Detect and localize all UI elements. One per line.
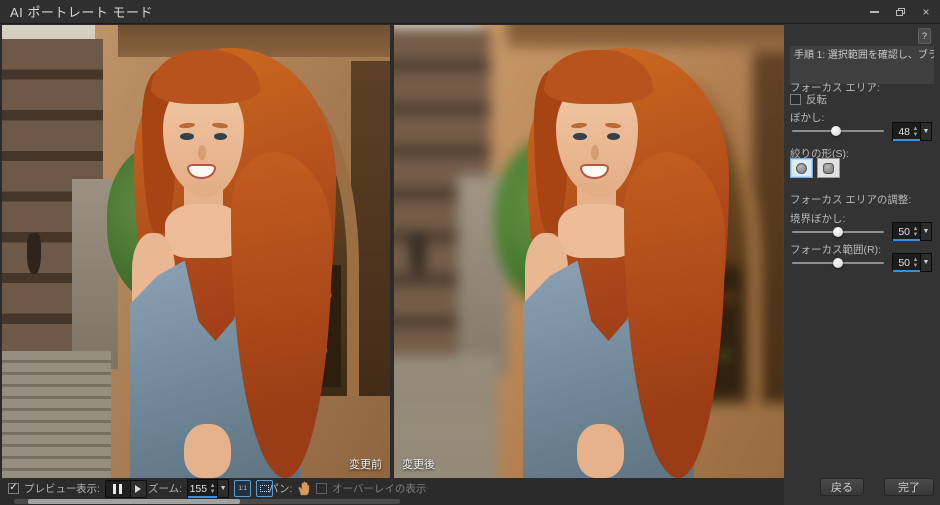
display-group: 表示:	[76, 478, 147, 499]
display-label: 表示:	[76, 481, 100, 496]
edge-blur-label: 境界ぼかし:	[790, 211, 845, 226]
subject-hand	[577, 424, 624, 478]
edge-blur-accent-bar	[893, 239, 920, 241]
invert-checkbox[interactable]	[790, 94, 801, 105]
single-view-icon	[135, 485, 141, 493]
zoom-accent-bar	[188, 496, 217, 498]
after-image-panel[interactable]: 変更後	[394, 25, 784, 478]
zoom-value[interactable]: 155	[188, 480, 208, 497]
focus-range-spinner[interactable]: 50 ▲▼ ▼	[892, 253, 932, 272]
blur-value[interactable]: 48	[893, 123, 911, 140]
window-controls: ×	[866, 0, 934, 24]
pan-hand-icon	[297, 481, 311, 496]
pan-label: パン:	[268, 481, 292, 496]
subject-eye-left	[180, 133, 193, 140]
single-view-button[interactable]	[131, 480, 147, 498]
done-button[interactable]: 完了	[884, 478, 934, 496]
blur-dropdown[interactable]: ▼	[920, 123, 931, 140]
edge-blur-value[interactable]: 50	[893, 223, 911, 240]
blur-spinner[interactable]: 48 ▲▼ ▼	[892, 122, 932, 141]
focus-range-value[interactable]: 50	[893, 254, 911, 271]
dual-view-icon	[113, 484, 116, 494]
focus-range-accent-bar	[893, 270, 920, 272]
pan-group: パン:	[268, 478, 311, 499]
focus-range-dropdown[interactable]: ▼	[920, 254, 931, 271]
subject-nose	[198, 145, 206, 159]
horizontal-scrollbar-thumb[interactable]	[28, 499, 240, 504]
ai-portrait-mode-dialog: AI ポートレート モード ×	[0, 0, 940, 505]
scene-subject	[394, 25, 784, 478]
close-icon: ×	[922, 5, 929, 19]
help-button[interactable]: ?	[918, 28, 931, 44]
edge-blur-spinner[interactable]: 50 ▲▼ ▼	[892, 222, 932, 241]
dual-view-button[interactable]	[105, 480, 131, 498]
photo-scene	[2, 25, 390, 478]
aperture-polygon-button[interactable]	[817, 158, 840, 178]
back-button[interactable]: 戻る	[820, 478, 864, 496]
invert-checkbox-row[interactable]: 反転	[790, 92, 827, 107]
minimize-icon	[870, 11, 879, 13]
before-label: 変更前	[349, 456, 382, 472]
zoom-spinner[interactable]: 155 ▲▼ ▼	[187, 479, 229, 498]
photo-scene	[394, 25, 784, 478]
focus-adjust-label: フォーカス エリアの調整:	[790, 192, 911, 207]
zoom-stepper[interactable]: ▲▼	[208, 480, 217, 497]
minimize-button[interactable]	[866, 4, 882, 20]
aperture-circle-button[interactable]	[790, 158, 813, 178]
restore-icon	[896, 8, 905, 16]
scene-subject	[2, 25, 390, 478]
invert-label: 反転	[806, 92, 827, 107]
actual-size-button[interactable]: 1:1	[234, 480, 251, 497]
blur-slider-thumb[interactable]	[831, 126, 841, 136]
focus-range-label: フォーカス範囲(R):	[790, 242, 881, 257]
dialog-title: AI ポートレート モード	[10, 2, 153, 21]
restore-button[interactable]	[892, 4, 908, 20]
bottom-toolbar: プレビュー 表示: ズーム: 155 ▲▼ ▼ 1:1	[0, 478, 784, 499]
instruction-text: 手順 1: 選択範囲を確認し、ブラシを使用してエ	[790, 46, 934, 84]
title-bar: AI ポートレート モード ×	[0, 0, 940, 24]
after-label: 変更後	[402, 456, 435, 472]
focus-range-stepper[interactable]: ▲▼	[911, 254, 920, 271]
help-icon: ?	[922, 31, 927, 41]
settings-sidebar: ? 手順 1: 選択範囲を確認し、ブラシを使用してエ フォーカス エリア: 反転…	[784, 24, 940, 505]
preview-label: プレビュー	[24, 481, 77, 496]
focus-range-slider-thumb[interactable]	[833, 258, 843, 268]
zoom-group: ズーム: 155 ▲▼ ▼ 1:1	[148, 478, 273, 499]
overlay-label: オーバーレイの表示	[332, 481, 426, 496]
blur-accent-bar	[893, 139, 920, 141]
pan-hand-button[interactable]	[297, 481, 311, 496]
edge-blur-slider-thumb[interactable]	[833, 227, 843, 237]
zoom-label: ズーム:	[148, 481, 182, 496]
edge-blur-dropdown[interactable]: ▼	[920, 223, 931, 240]
overlay-group: オーバーレイの表示	[316, 478, 426, 499]
focus-range-slider[interactable]	[792, 257, 884, 269]
subject-nose	[591, 145, 599, 159]
blur-slider[interactable]	[792, 125, 884, 137]
blur-label: ぼかし:	[790, 110, 824, 125]
actual-size-icon: 1:1	[238, 486, 246, 492]
subject-eye-left	[573, 133, 586, 140]
zoom-dropdown[interactable]: ▼	[217, 480, 228, 497]
aperture-circle-icon	[796, 163, 807, 174]
overlay-checkbox[interactable]	[316, 483, 327, 494]
preview-checkbox[interactable]	[8, 483, 19, 494]
edge-blur-stepper[interactable]: ▲▼	[911, 223, 920, 240]
edge-blur-slider[interactable]	[792, 226, 884, 238]
blur-stepper[interactable]: ▲▼	[911, 123, 920, 140]
horizontal-scrollbar[interactable]	[14, 499, 400, 504]
subject-eye-right	[214, 133, 227, 140]
subject-hand	[184, 424, 231, 478]
close-button[interactable]: ×	[918, 4, 934, 20]
preview-group: プレビュー	[8, 478, 77, 499]
aperture-polygon-icon	[823, 163, 834, 174]
before-image-panel[interactable]: 変更前	[2, 25, 390, 478]
